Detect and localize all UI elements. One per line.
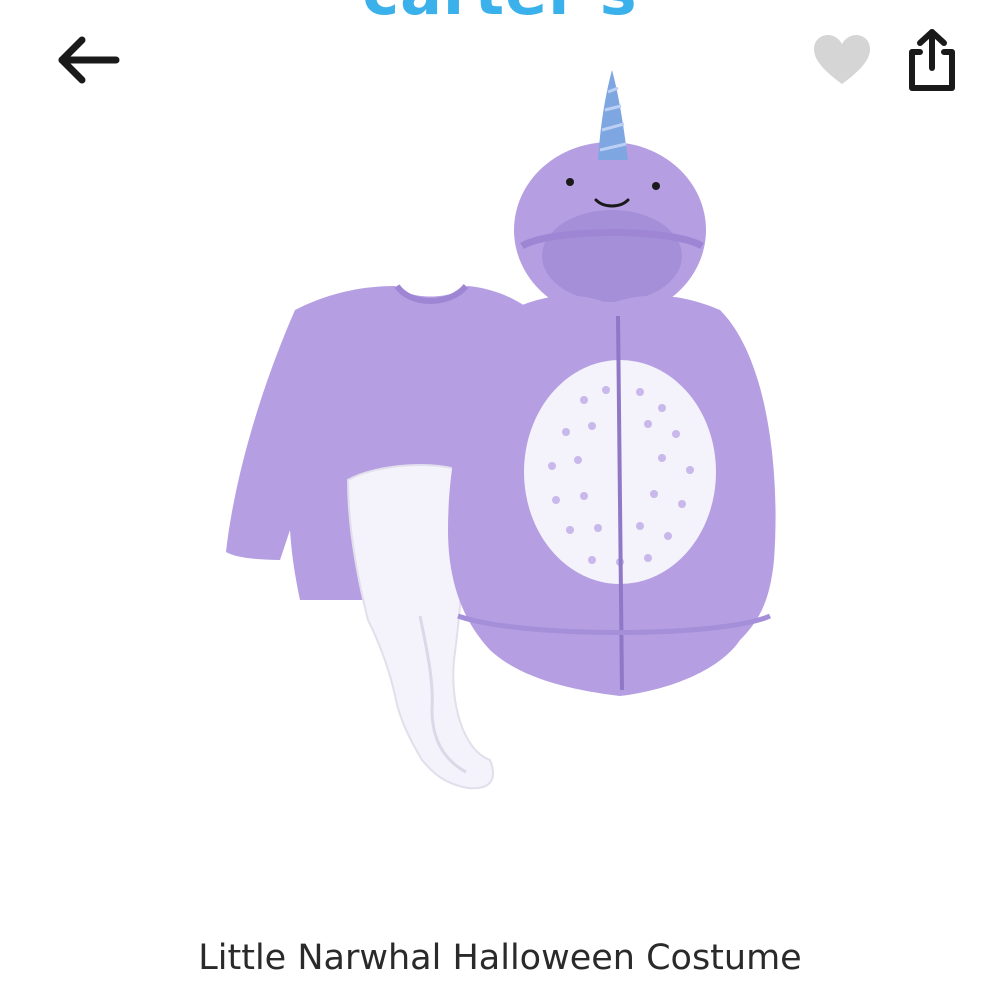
product-title: Little Narwhal Halloween Costume bbox=[198, 938, 802, 978]
share-icon bbox=[909, 29, 955, 91]
narwhal-body bbox=[448, 295, 776, 696]
product-detail-screen: carter's bbox=[0, 0, 1000, 1000]
arrow-left-icon bbox=[58, 36, 120, 84]
share-button[interactable] bbox=[900, 26, 964, 94]
back-button[interactable] bbox=[52, 30, 122, 90]
product-image[interactable] bbox=[200, 60, 800, 800]
horn-icon bbox=[598, 70, 628, 160]
heart-icon bbox=[814, 35, 870, 84]
narwhal-hood bbox=[514, 142, 706, 318]
favorite-button[interactable] bbox=[810, 32, 874, 88]
brand-logo: carter's bbox=[0, 0, 1000, 24]
